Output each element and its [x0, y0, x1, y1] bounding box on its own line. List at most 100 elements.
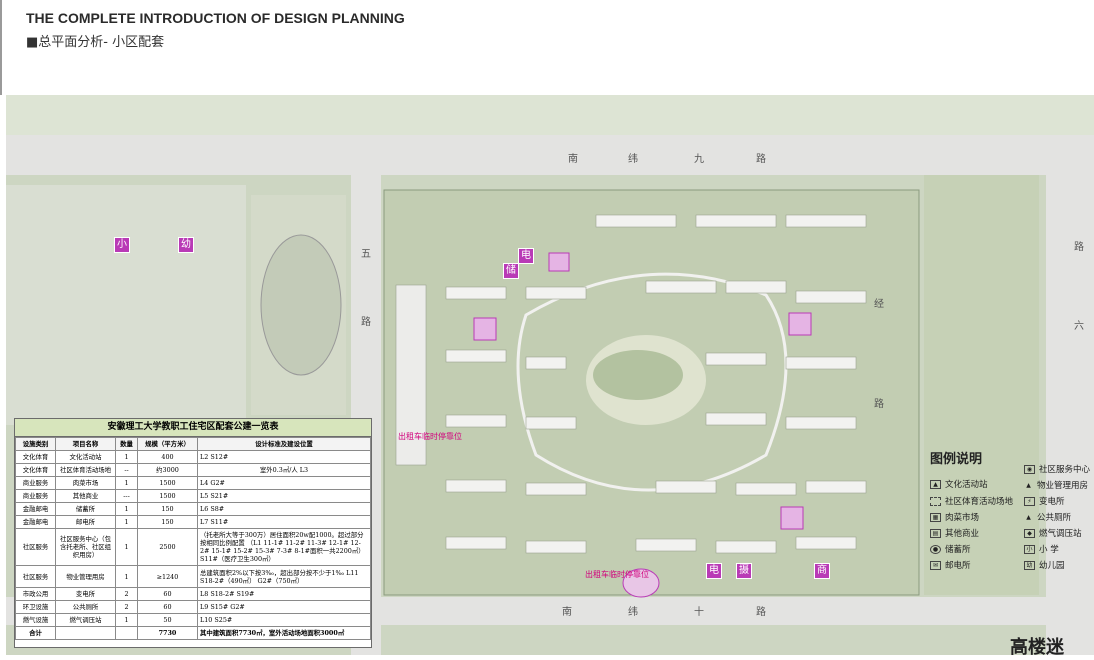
cell: 物业管理用房	[55, 565, 116, 588]
page-subtitle: ■总平面分析- 小区配套	[26, 35, 165, 50]
cell: 金融邮电	[15, 515, 56, 529]
legend-item: 小小 学	[1024, 543, 1059, 555]
legend-item: ▲ 公共厕所	[1024, 511, 1071, 523]
cell: 社区服务	[15, 528, 56, 566]
service-center-icon: ◉	[1024, 465, 1035, 474]
road-south-2: 纬	[628, 607, 638, 618]
property-icon: ▲	[1026, 482, 1031, 489]
dashed-rect-icon	[930, 497, 941, 506]
cell: 50	[137, 613, 198, 627]
post-icon: ✉	[930, 561, 941, 570]
shop-marker-1: 摄	[736, 563, 752, 579]
toilet-icon: ▲	[1026, 514, 1031, 521]
market-icon: ▦	[930, 513, 941, 522]
left-rule	[0, 0, 2, 95]
legend-label: 变电所	[1039, 497, 1065, 507]
cell: 社区服务中心（包含托老所、社区组织用房）	[55, 528, 116, 566]
cell: 2500	[137, 528, 198, 566]
legend-label: 物业管理用房	[1037, 481, 1089, 491]
cell: ≥1240	[137, 565, 198, 588]
legend-label: 社区体育活动场地	[945, 497, 1014, 507]
gas-icon: ◆	[1024, 529, 1035, 538]
cell: L7 S11#	[197, 515, 371, 529]
legend-item: ▲ 物业管理用房	[1024, 479, 1088, 491]
taxi-stop-south: 出租车临时停靠位	[585, 570, 649, 579]
table-row: 金融邮电 储蓄所 1 150 L6 S8#	[15, 502, 371, 516]
table-row: 燃气设施 燃气调压站 1 50 L10 S25#	[15, 613, 371, 627]
col-category: 设施类别	[15, 437, 56, 451]
cell: 环卫设施	[15, 600, 56, 614]
cell: 1	[115, 502, 138, 516]
triangle-flag-icon: ▲	[930, 480, 941, 489]
substation-marker: 电	[518, 248, 534, 264]
cell: 7730	[137, 626, 198, 640]
table-row: 商业服务 其他商业 --- 1500 L5 S21#	[15, 489, 371, 503]
legend-label: 肉菜市场	[945, 513, 980, 523]
cell: 60	[137, 587, 198, 601]
cell: （托老所大等于300万）居住面积20w配1000。超过部分按相同比例配置 （L1…	[197, 528, 371, 566]
legend-label: 小 学	[1039, 545, 1059, 555]
table-row: 金融邮电 邮电所 1 150 L7 S11#	[15, 515, 371, 529]
table-row: 社区服务 物业管理用房 1 ≥1240 总建筑面积2%以下按3‰，超出部分按不少于1‰ …	[15, 565, 371, 588]
legend-label: 社区服务中心	[1039, 465, 1091, 475]
substation-marker-south: 电	[706, 563, 722, 579]
cell: 1	[115, 476, 138, 490]
road-west-1: 五	[361, 249, 371, 260]
road-north-1: 南	[568, 154, 578, 165]
facility-grid: 设施类别 项目名称 数量 规模（平方米） 设计标准及建设位置 文化体育 文化活动站…	[15, 437, 371, 640]
cell: 文化体育	[15, 463, 56, 477]
cell: L6 S8#	[197, 502, 371, 516]
legend-label: 幼儿园	[1039, 561, 1065, 571]
legend-item: ▤ 其他商业	[930, 527, 979, 539]
cell: 肉菜市场	[55, 476, 116, 490]
legend-item: ◉ 社区服务中心	[1024, 463, 1090, 475]
road-north-4: 路	[756, 154, 766, 165]
legend-item: ✉ 邮电所	[930, 559, 971, 571]
legend: 图例说明 ▲ 文化活动站 社区体育活动场地 ▦ 肉菜市场 ▤ 其他商业 ● 储蓄所 ✉ 邮…	[926, 448, 1092, 578]
legend-item: ◆ 燃气调压站	[1024, 527, 1082, 539]
cell: 燃气设施	[15, 613, 56, 627]
cell: 1	[115, 528, 138, 566]
cell: 150	[137, 515, 198, 529]
legend-label: 储蓄所	[945, 545, 971, 555]
table-row: 市政公用 变电所 2 60 L8 S18-2# S19#	[15, 587, 371, 601]
cell: 1	[115, 515, 138, 529]
cell: 燃气调压站	[55, 613, 116, 627]
cell: 社区服务	[15, 565, 56, 588]
page-title: THE COMPLETE INTRODUCTION OF DESIGN PLAN…	[26, 10, 405, 26]
cell: L9 S15# G2#	[197, 600, 371, 614]
road-east-2: 六	[1074, 321, 1084, 332]
cell: 文化活动站	[55, 450, 116, 464]
table-row: 文化体育 文化活动站 1 400 L2 S12#	[15, 450, 371, 464]
road-west-2: 路	[361, 317, 371, 328]
legend-item: ▲ 文化活动站	[930, 478, 988, 490]
table-title: 安徽理工大学教职工住宅区配套公建一览表	[15, 419, 371, 437]
road-south-3: 十	[694, 607, 704, 618]
legend-label: 文化活动站	[945, 480, 988, 490]
cell: 1500	[137, 476, 198, 490]
cell: 2	[115, 587, 138, 601]
cell: L4 G2#	[197, 476, 371, 490]
cell: 储蓄所	[55, 502, 116, 516]
cell: 总建筑面积2%以下按3‰，超出部分按不少于1‰ L11 S18-2#（490㎡）…	[197, 565, 371, 588]
cell: 60	[137, 600, 198, 614]
table-row: 社区服务 社区服务中心（包含托老所、社区组织用房） 1 2500 （托老所大等于300万…	[15, 528, 371, 566]
cell: 1	[115, 450, 138, 464]
cell: 邮电所	[55, 515, 116, 529]
savings-icon: ●	[930, 545, 941, 554]
legend-item: 幼幼儿园	[1024, 559, 1065, 571]
cell: 1500	[137, 489, 198, 503]
table-row: 文化体育 社区体育活动场地 -- 约3000 室外0.3㎡/人 L3	[15, 463, 371, 477]
taxi-stop-west: 出租车临时停靠位	[398, 432, 462, 441]
legend-item: 社区体育活动场地	[930, 495, 1013, 507]
legend-label: 其他商业	[945, 529, 980, 539]
cell: 2	[115, 600, 138, 614]
cell: L5 S21#	[197, 489, 371, 503]
cell: 变电所	[55, 587, 116, 601]
cell	[55, 626, 116, 640]
legend-label: 燃气调压站	[1039, 529, 1082, 539]
facility-table: 安徽理工大学教职工住宅区配套公建一览表 设施类别 项目名称 数量 规模（平方米）…	[14, 418, 372, 648]
cell: ---	[115, 489, 138, 503]
table-row: 环卫设施 公共厕所 2 60 L9 S15# G2#	[15, 600, 371, 614]
shop-marker-2: 商	[814, 563, 830, 579]
